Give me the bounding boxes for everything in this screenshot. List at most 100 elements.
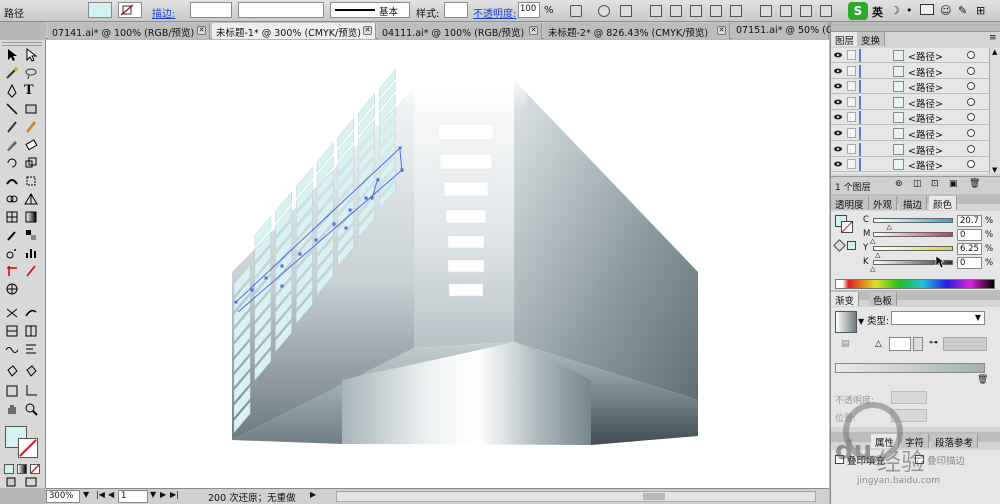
width-tool-icon[interactable] (5, 174, 19, 188)
stroke-color-dropdown[interactable] (118, 2, 142, 18)
anchor-point[interactable] (400, 168, 404, 172)
target-icon[interactable] (967, 97, 975, 106)
tab-color[interactable]: 颜色 (929, 196, 958, 211)
anchor-point[interactable] (234, 300, 238, 304)
layer-row[interactable]: <路径> (831, 63, 989, 79)
eye-icon[interactable] (834, 67, 842, 75)
symbol-sprayer-tool-icon[interactable] (5, 246, 19, 260)
tab-transparency[interactable]: 透明度 (831, 196, 869, 211)
layer-row[interactable]: <路径> (831, 94, 989, 110)
blob-brush-tool-icon[interactable] (5, 138, 19, 152)
tab-gradient[interactable]: 渐变 (831, 292, 860, 307)
warp-tool-icon[interactable] (5, 342, 19, 356)
lock-toggle[interactable] (847, 96, 856, 107)
eye-icon[interactable] (834, 160, 842, 168)
scrollbar-thumb[interactable] (643, 493, 665, 500)
type-tool-icon[interactable]: T (24, 83, 38, 98)
anchor-point[interactable] (344, 226, 348, 230)
eye-icon[interactable] (834, 145, 842, 153)
free-transform-tool-icon[interactable] (24, 174, 38, 188)
delete-stop-icon[interactable]: 🗑 (977, 375, 988, 385)
new-layer-icon[interactable]: ▣ (949, 179, 958, 189)
anchor-point[interactable] (364, 196, 368, 200)
close-icon[interactable]: ✕ (529, 26, 538, 35)
layer-row[interactable]: <路径> (831, 157, 989, 173)
artboard-select-icon[interactable] (5, 384, 19, 398)
rectangle-tool-icon[interactable] (24, 102, 38, 116)
page-dropdown-icon[interactable]: ▼ (150, 490, 156, 499)
layers-scrollbar[interactable]: ▲ ▼ (989, 48, 1000, 174)
eye-icon[interactable] (834, 82, 842, 90)
angle-dropdown[interactable] (913, 337, 923, 351)
punctuation-icon[interactable]: • (906, 4, 913, 17)
stroke-weight-select[interactable] (190, 2, 232, 18)
moon-icon[interactable]: ☽ (890, 4, 900, 17)
tab-transform[interactable]: 变换 (857, 32, 886, 47)
layer-row[interactable]: <路径> (831, 110, 989, 126)
next-page-icon[interactable]: ▶ (160, 490, 166, 499)
align-center-icon[interactable] (670, 5, 682, 17)
anchor-point[interactable] (370, 196, 374, 200)
channel-slider-c[interactable] (873, 218, 953, 223)
eye-icon[interactable] (834, 129, 842, 137)
align-left-icon[interactable] (650, 5, 662, 17)
gradient-dropdown-icon[interactable]: ▼ (858, 317, 864, 326)
artboard-tool-icon[interactable] (5, 264, 19, 278)
skin-icon[interactable]: ✎ (958, 4, 967, 17)
zoom-tool-icon[interactable] (24, 402, 38, 416)
live-paint-selection-icon[interactable] (24, 364, 38, 378)
gradient-mesh-icon[interactable] (5, 324, 19, 338)
prev-page-icon[interactable]: ◀ (108, 490, 114, 499)
anchor-point[interactable] (280, 284, 284, 288)
eraser-tool-icon[interactable] (24, 138, 38, 152)
overprint-fill-checkbox[interactable] (835, 455, 844, 464)
target-icon[interactable] (967, 144, 975, 153)
align-icon[interactable] (24, 342, 38, 356)
gradient-mode-button[interactable] (17, 464, 27, 474)
gradient-slider[interactable] (835, 363, 985, 373)
crop-icon[interactable] (24, 384, 38, 398)
align-top-icon[interactable] (710, 5, 722, 17)
stroke-color-swatch[interactable] (18, 438, 38, 458)
distribute-top-icon[interactable] (760, 5, 772, 17)
tab-07141[interactable]: 07141.ai* @ 100% (RGB/预览) ✕ (48, 23, 210, 39)
tab-untitled-2[interactable]: 未标题-2* @ 826.43% (CMYK/预览) ✕ (544, 23, 730, 39)
anchor-point[interactable] (398, 146, 402, 150)
panel-menu-icon[interactable]: ≡ (989, 33, 997, 43)
screen-mode-icon[interactable] (24, 476, 38, 490)
style-select[interactable] (444, 2, 468, 18)
gradient-type-select[interactable]: ▼ (891, 311, 985, 325)
direct-selection-tool-icon[interactable] (24, 48, 38, 62)
live-paint-bucket-icon[interactable] (5, 364, 19, 378)
anchor-point[interactable] (280, 264, 284, 268)
last-page-icon[interactable]: ▶| (170, 490, 179, 499)
draw-normal-icon[interactable] (5, 476, 19, 490)
layer-row[interactable]: <路径> (831, 126, 989, 141)
aspect-ratio-input[interactable] (943, 337, 987, 351)
lock-toggle[interactable] (847, 50, 856, 60)
magic-wand-tool-icon[interactable] (5, 66, 19, 80)
lock-toggle[interactable] (847, 112, 856, 123)
close-icon[interactable]: ✕ (717, 26, 726, 35)
tab-attributes[interactable]: 属性 (871, 434, 900, 449)
channel-value-m[interactable]: 0 (957, 229, 982, 241)
tab-appearance[interactable]: 外观 (869, 196, 898, 211)
target-icon[interactable] (967, 82, 975, 91)
distribute-middle-icon[interactable] (780, 5, 792, 17)
tab-stroke[interactable]: 描边 (899, 196, 928, 211)
slider-handle[interactable]: △ (875, 251, 880, 259)
table-icon[interactable] (24, 324, 38, 338)
line-tool-icon[interactable] (5, 102, 19, 116)
recolor-icon[interactable] (570, 5, 582, 17)
hand-icon[interactable] (5, 402, 19, 416)
ime-language-label[interactable]: 英 (872, 4, 883, 20)
stroke-link[interactable]: 描边: (152, 5, 175, 20)
tab-07151[interactable]: 07151.ai* @ 50% (C (732, 23, 832, 39)
target-icon[interactable] (967, 129, 975, 137)
channel-slider-m[interactable] (873, 232, 953, 237)
angle-input[interactable] (889, 337, 911, 351)
eye-icon[interactable] (834, 113, 842, 121)
gradient-tool-icon[interactable] (24, 210, 38, 224)
color-stroke-swatch[interactable] (841, 221, 853, 233)
page-input[interactable]: 1 (118, 490, 148, 503)
